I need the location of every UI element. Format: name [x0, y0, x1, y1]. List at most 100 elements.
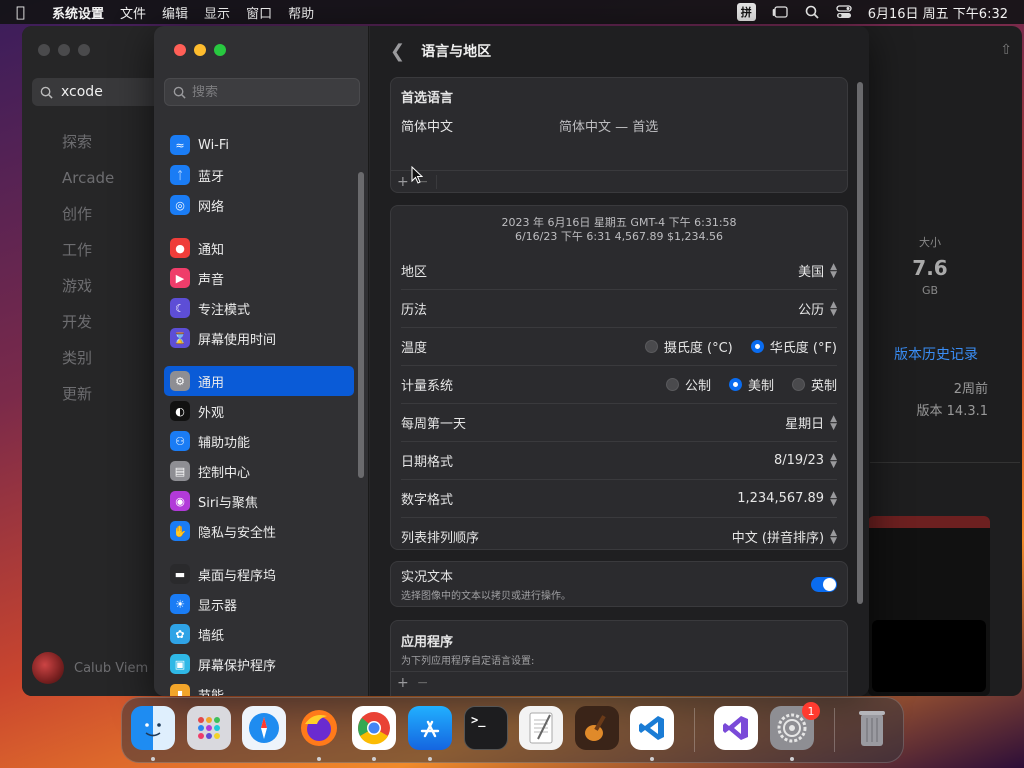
menu-file[interactable]: 文件	[120, 3, 146, 22]
sidebar-item-hand[interactable]: ✋ 隐私与安全性	[164, 516, 354, 546]
app-store-nav-develop[interactable]: 开发	[62, 310, 114, 346]
back-chevron-icon[interactable]: ❮	[390, 41, 405, 62]
visualstudio-icon[interactable]	[714, 706, 758, 750]
sidebar-item-bell[interactable]: ● 通知	[164, 233, 354, 263]
app-store-search-value: xcode	[61, 84, 103, 100]
version-history-link[interactable]: 版本历史记录	[894, 344, 978, 364]
add-app-button[interactable]: +	[397, 675, 409, 691]
number-format-popup[interactable]: 1,234,567.89 ▲ ▼	[737, 490, 837, 507]
app-store-nav-create[interactable]: 创作	[62, 202, 114, 238]
app-store-nav-discover[interactable]: 探索	[62, 130, 114, 166]
sidebar-item-label: Wi-Fi	[198, 137, 230, 153]
settings-main-pane: ❮ 语言与地区 首选语言 简体中文 简体中文 — 首选 + − 2023 年 6…	[370, 26, 869, 696]
sidebar-item-hourglass[interactable]: ⌛ 屏幕使用时间	[164, 323, 354, 353]
app-store-nav-games[interactable]: 游戏	[62, 274, 114, 310]
sidebar-item-speaker[interactable]: ▶ 声音	[164, 263, 354, 293]
date-format-popup[interactable]: 8/19/23 ▲ ▼	[774, 452, 837, 469]
sidebar-item-label: 墙纸	[198, 628, 225, 644]
sidebar-item-moon[interactable]: ☾ 专注模式	[164, 293, 354, 323]
globe-icon: ◎	[170, 195, 190, 215]
format-preview-numbers: 6/16/23 下午 6:31 4,567.89 $1,234.56	[514, 230, 724, 243]
app-store-account[interactable]: Calub Viem	[32, 652, 148, 684]
language-detail: 简体中文 — 首选	[559, 119, 659, 135]
calendar-popup[interactable]: 公历 ▲ ▼	[798, 299, 837, 318]
celsius-radio[interactable]: 摄氏度 (°C)	[644, 337, 733, 356]
close-window-button[interactable]	[174, 44, 186, 56]
input-method-indicator[interactable]: 拼	[736, 3, 756, 21]
textedit-icon[interactable]	[519, 706, 563, 750]
list-sort-popup[interactable]: 中文 (拼音排序) ▲ ▼	[732, 527, 837, 546]
first-day-popup[interactable]: 星期日 ▲ ▼	[785, 413, 837, 432]
app-store-nav-categories[interactable]: 类别	[62, 346, 114, 382]
apple-menu-icon[interactable]: 	[16, 3, 38, 21]
sidebar-scrollbar[interactable]	[358, 172, 364, 478]
vscode-icon[interactable]	[630, 706, 674, 750]
sidebar-item-dock[interactable]: ▬ 桌面与程序坞	[164, 559, 354, 589]
size-label: 大小	[919, 236, 941, 249]
app-screenshot[interactable]	[868, 516, 990, 696]
language-row[interactable]: 简体中文 简体中文 — 首选	[391, 114, 847, 136]
app-store-nav-work[interactable]: 工作	[62, 238, 114, 274]
sidebar-item-battery[interactable]: ▮ 节能	[164, 679, 354, 696]
stage-manager-icon[interactable]	[772, 4, 788, 20]
menu-clock[interactable]: 6月16日 周五 下午6:32	[868, 3, 1008, 22]
spotlight-search-icon[interactable]	[804, 4, 820, 20]
window-traffic-lights	[174, 44, 226, 56]
add-language-button[interactable]: +	[397, 174, 409, 190]
menu-app-name[interactable]: 系统设置	[52, 3, 104, 22]
menu-view[interactable]: 显示	[204, 3, 230, 22]
finder-icon[interactable]	[131, 706, 175, 750]
radio-button[interactable]	[750, 340, 764, 353]
sidebar-item-control-center[interactable]: ▤ 控制中心	[164, 456, 354, 486]
menu-edit[interactable]: 编辑	[162, 3, 188, 22]
menu-window[interactable]: 窗口	[246, 3, 272, 22]
sidebar-item-bluetooth[interactable]: ᛏ 蓝牙	[164, 160, 354, 190]
chrome-icon[interactable]	[352, 706, 396, 750]
fahrenheit-radio[interactable]: 华氏度 (°F)	[750, 337, 837, 356]
sidebar-item-siri[interactable]: ◉ Siri与聚焦	[164, 486, 354, 516]
settings-search-field[interactable]	[164, 78, 360, 106]
radio-button[interactable]	[728, 378, 742, 391]
us-radio[interactable]: 美制	[728, 375, 774, 394]
menu-help[interactable]: 帮助	[288, 3, 314, 22]
sidebar-item-appearance[interactable]: ◐ 外观	[164, 396, 354, 426]
radio-button[interactable]	[791, 378, 805, 391]
sidebar-item-screensaver[interactable]: ▣ 屏幕保护程序	[164, 649, 354, 679]
sidebar-item-gear[interactable]: ⚙ 通用	[164, 366, 354, 396]
flower-icon: ✿	[170, 624, 190, 644]
settings-search-input[interactable]	[192, 84, 352, 100]
app-store-nav-updates[interactable]: 更新	[62, 382, 114, 418]
radio-button[interactable]	[665, 378, 679, 391]
measurement-label: 计量系统	[401, 379, 454, 394]
zoom-window-button[interactable]	[214, 44, 226, 56]
radio-button[interactable]	[644, 340, 658, 353]
safari-icon[interactable]	[242, 706, 286, 750]
sidebar-item-label: 声音	[198, 272, 225, 288]
share-icon[interactable]: ⇧	[1000, 42, 1012, 58]
minimize-window-button[interactable]	[194, 44, 206, 56]
launchpad-icon[interactable]	[187, 706, 231, 750]
garageband-icon[interactable]	[575, 706, 619, 750]
uk-radio[interactable]: 英制	[791, 375, 837, 394]
sidebar-item-wifi[interactable]: ≈ Wi-Fi	[164, 130, 354, 160]
live-text-toggle[interactable]	[811, 576, 837, 592]
sidebar-item-label: 蓝牙	[198, 169, 225, 185]
app-store-nav-arcade[interactable]: Arcade	[62, 166, 114, 202]
firefox-icon[interactable]	[297, 706, 341, 750]
terminal-icon[interactable]: >_	[464, 706, 508, 750]
remove-app-button[interactable]: −	[417, 675, 429, 691]
sidebar-item-globe[interactable]: ◎ 网络	[164, 190, 354, 220]
metric-radio[interactable]: 公制	[665, 375, 711, 394]
measurement-radio-group: 公制 美制 英制	[665, 375, 837, 394]
page-title: 语言与地区	[421, 44, 492, 60]
sidebar-item-accessibility[interactable]: ⚇ 辅助功能	[164, 426, 354, 456]
sidebar-item-sun[interactable]: ☀ 显示器	[164, 589, 354, 619]
control-center-menu-icon[interactable]	[836, 4, 852, 20]
region-popup[interactable]: 美国 ▲ ▼	[798, 261, 837, 280]
trash-icon[interactable]	[850, 706, 894, 750]
system-settings-icon[interactable]: 1	[770, 702, 820, 750]
appstore-icon[interactable]	[408, 706, 452, 750]
main-scrollbar[interactable]	[857, 82, 863, 604]
sidebar-item-flower[interactable]: ✿ 墙纸	[164, 619, 354, 649]
